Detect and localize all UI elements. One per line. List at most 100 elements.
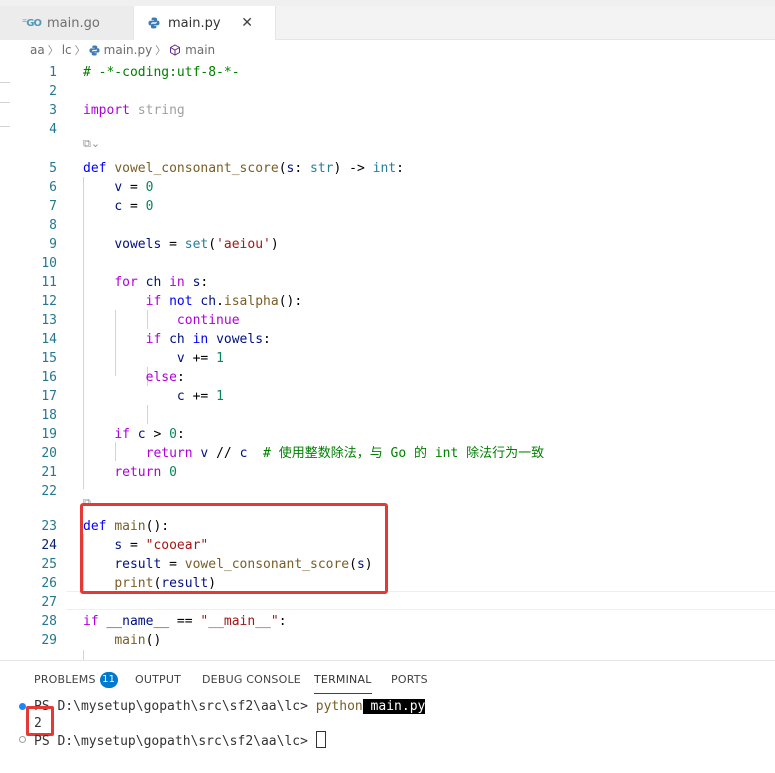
code-token: (): [278, 294, 303, 309]
code-line[interactable]: 1 # -*-coding:utf-8-*- [0, 63, 775, 82]
code-token: int [372, 161, 397, 176]
code-line[interactable]: 8 [0, 216, 775, 235]
code-line[interactable]: 12 if not ch.isalpha(): [0, 292, 775, 311]
code-token: = [122, 180, 146, 195]
code-text: return 0 [83, 463, 177, 482]
line-number: 28 [41, 614, 57, 629]
code-text: v = 0 [83, 178, 153, 197]
line-number: 8 [49, 218, 57, 233]
problems-count-badge: 11 [99, 672, 118, 688]
code-token: : [263, 332, 271, 347]
command-pending-dot-icon [19, 736, 26, 743]
breadcrumb-item-aa[interactable]: aa [30, 43, 45, 57]
line-number: 3 [49, 103, 57, 118]
code-line[interactable]: 20 return v // c # 使用整数除法，与 Go 的 int 除法行… [0, 444, 775, 463]
line-number: 20 [41, 446, 57, 461]
code-line[interactable]: 28 if __name__ == "__main__": [0, 612, 775, 631]
code-text: v += 1 [83, 349, 224, 368]
code-token: : [200, 275, 209, 290]
code-text: main() [83, 631, 161, 650]
breadcrumb-item-lc[interactable]: lc [62, 43, 72, 57]
breadcrumb: aa 〉 lc 〉 main.py 〉 main [0, 40, 775, 60]
tab-label: DEBUG CONSOLE [202, 673, 301, 686]
tab-main-go[interactable]: ⁼GO main.go [0, 6, 134, 40]
codelens-copy-icon[interactable]: ⧉⌄ [83, 137, 100, 151]
code-token: in [192, 332, 209, 347]
line-number: 1 [49, 65, 57, 80]
code-token: main [114, 633, 146, 648]
tab-terminal[interactable]: TERMINAL [314, 673, 372, 694]
code-line[interactable]: 16 else: [0, 368, 775, 387]
tab-output[interactable]: OUTPUT [135, 673, 181, 686]
breadcrumb-item-file[interactable]: main.py [104, 43, 153, 57]
code-token: isalpha [223, 294, 279, 309]
code-line[interactable]: 21 return 0 [0, 463, 775, 482]
code-token: 0 [169, 465, 177, 480]
code-token: string [137, 103, 185, 118]
code-line[interactable]: 17 c += 1 [0, 387, 775, 406]
line-number: 11 [41, 275, 57, 290]
tab-main-py[interactable]: main.py ✕ [134, 6, 276, 40]
code-token: ch [145, 275, 162, 290]
code-text: vowels = set('aeiou') [83, 235, 278, 254]
terminal-command: python [315, 699, 363, 714]
code-token: += [184, 389, 217, 404]
code-token: "__main__" [200, 614, 279, 629]
code-line[interactable]: 14 if ch in vowels: [0, 330, 775, 349]
code-line[interactable]: 2 [0, 82, 775, 101]
code-token: . [216, 294, 224, 309]
code-token: ( [208, 237, 217, 252]
code-text: return v // c # 使用整数除法，与 Go 的 int 除法行为一致 [83, 444, 545, 463]
code-line[interactable]: 11 for ch in s: [0, 273, 775, 292]
code-token: 1 [216, 351, 224, 366]
code-line[interactable]: 13 continue [0, 311, 775, 330]
line-number: 23 [41, 519, 57, 534]
code-line[interactable]: 4 [0, 120, 775, 139]
line-number: 17 [41, 389, 57, 404]
breadcrumb-item-symbol[interactable]: main [185, 43, 215, 57]
code-token: def [83, 161, 107, 176]
close-icon[interactable]: ✕ [241, 15, 253, 31]
code-line[interactable]: 22 [0, 482, 775, 501]
tab-debug-console[interactable]: DEBUG CONSOLE [202, 673, 301, 686]
code-token: 0 [169, 427, 177, 442]
tab-problems[interactable]: PROBLEMS 11 [34, 672, 118, 688]
code-line[interactable]: 7 c = 0 [0, 197, 775, 216]
code-token: > [145, 427, 170, 442]
annotation-box-main-function [80, 503, 388, 594]
terminal-prompt: PS D:\mysetup\gopath\src\sf2\aa\lc> [34, 699, 316, 714]
tab-ports[interactable]: PORTS [391, 673, 428, 686]
code-line[interactable]: 3 import string [0, 101, 775, 120]
code-token: ) -> [333, 161, 373, 176]
terminal-line-2: PS D:\mysetup\gopath\src\sf2\aa\lc> [34, 731, 326, 751]
code-line[interactable]: 9 vowels = set('aeiou') [0, 235, 775, 254]
code-line[interactable]: 18 [0, 406, 775, 425]
code-line[interactable]: 10 [0, 254, 775, 273]
code-token: : [294, 161, 310, 176]
code-token: ( [278, 161, 287, 176]
code-line[interactable]: 27 [0, 593, 775, 612]
code-token: 1 [216, 389, 224, 404]
code-token: str [310, 161, 334, 176]
line-number: 29 [41, 633, 57, 648]
code-line[interactable]: 15 v += 1 [0, 349, 775, 368]
code-line[interactable]: 19 if c > 0: [0, 425, 775, 444]
code-text: for ch in s: [83, 273, 208, 292]
code-line[interactable]: 6 v = 0 [0, 178, 775, 197]
line-number: 10 [41, 256, 57, 271]
code-line[interactable]: 5 def vowel_consonant_score(s: str) -> in… [0, 159, 775, 178]
code-line[interactable]: 29 main() [0, 631, 775, 650]
line-number: 9 [49, 237, 57, 252]
code-text: if __name__ == "__main__": [83, 612, 287, 631]
code-editor[interactable]: ⧉⌄ ⧉ 1 # -*-coding:utf-8-*- 2 3 import strin… [0, 60, 775, 669]
